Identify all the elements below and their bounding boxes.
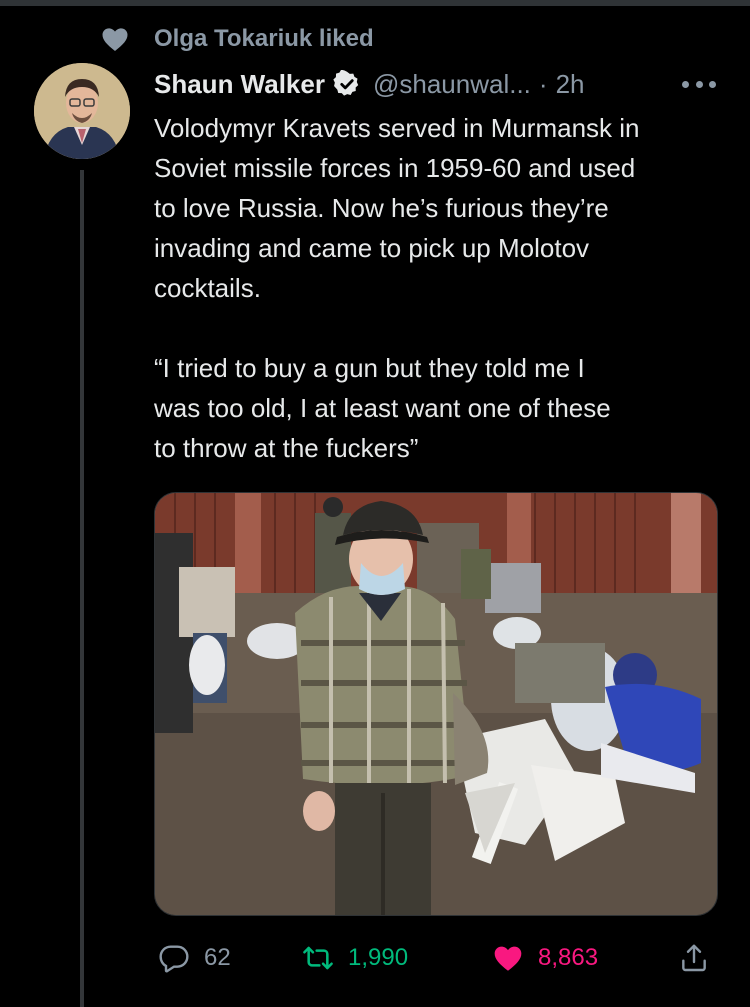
tweet-text: Volodymyr Kravets served in Murmansk in … [154,108,734,468]
action-bar: 62 1,990 8,863 [154,936,714,980]
header-separator: · [538,68,548,99]
photo-illustration [155,493,717,915]
share-icon [682,944,706,972]
avatar-photo [34,63,130,159]
retweet-icon [303,946,333,970]
tweet-paragraph: “I tried to buy a gun but they told me I… [154,353,611,463]
thread-line [80,170,84,1007]
heart-icon [102,28,128,51]
top-divider [0,0,750,6]
social-context: Olga Tokariuk liked [100,22,374,56]
verified-badge-icon [333,70,359,96]
social-context-text[interactable]: Olga Tokariuk liked [154,25,374,53]
author-name[interactable]: Shaun Walker [154,69,325,100]
retweet-count: 1,990 [348,944,409,971]
tweet-timestamp[interactable]: 2h [556,69,585,100]
more-options-icon[interactable] [682,74,716,94]
reply-icon [159,945,189,973]
like-button[interactable]: 8,863 [492,936,598,980]
tweet-header: Shaun Walker @shaunwal... · 2h [154,64,584,104]
reply-button[interactable]: 62 [158,936,231,980]
share-button[interactable] [678,936,710,980]
tweet-media-photo[interactable] [154,492,718,916]
retweet-button[interactable]: 1,990 [302,936,408,980]
heart-icon [494,946,522,971]
author-handle[interactable]: @shaunwal... [373,69,531,100]
reply-count: 62 [204,944,231,971]
tweet-paragraph: Volodymyr Kravets served in Murmansk in … [154,113,640,303]
avatar[interactable] [34,63,130,159]
like-count: 8,863 [538,944,599,971]
